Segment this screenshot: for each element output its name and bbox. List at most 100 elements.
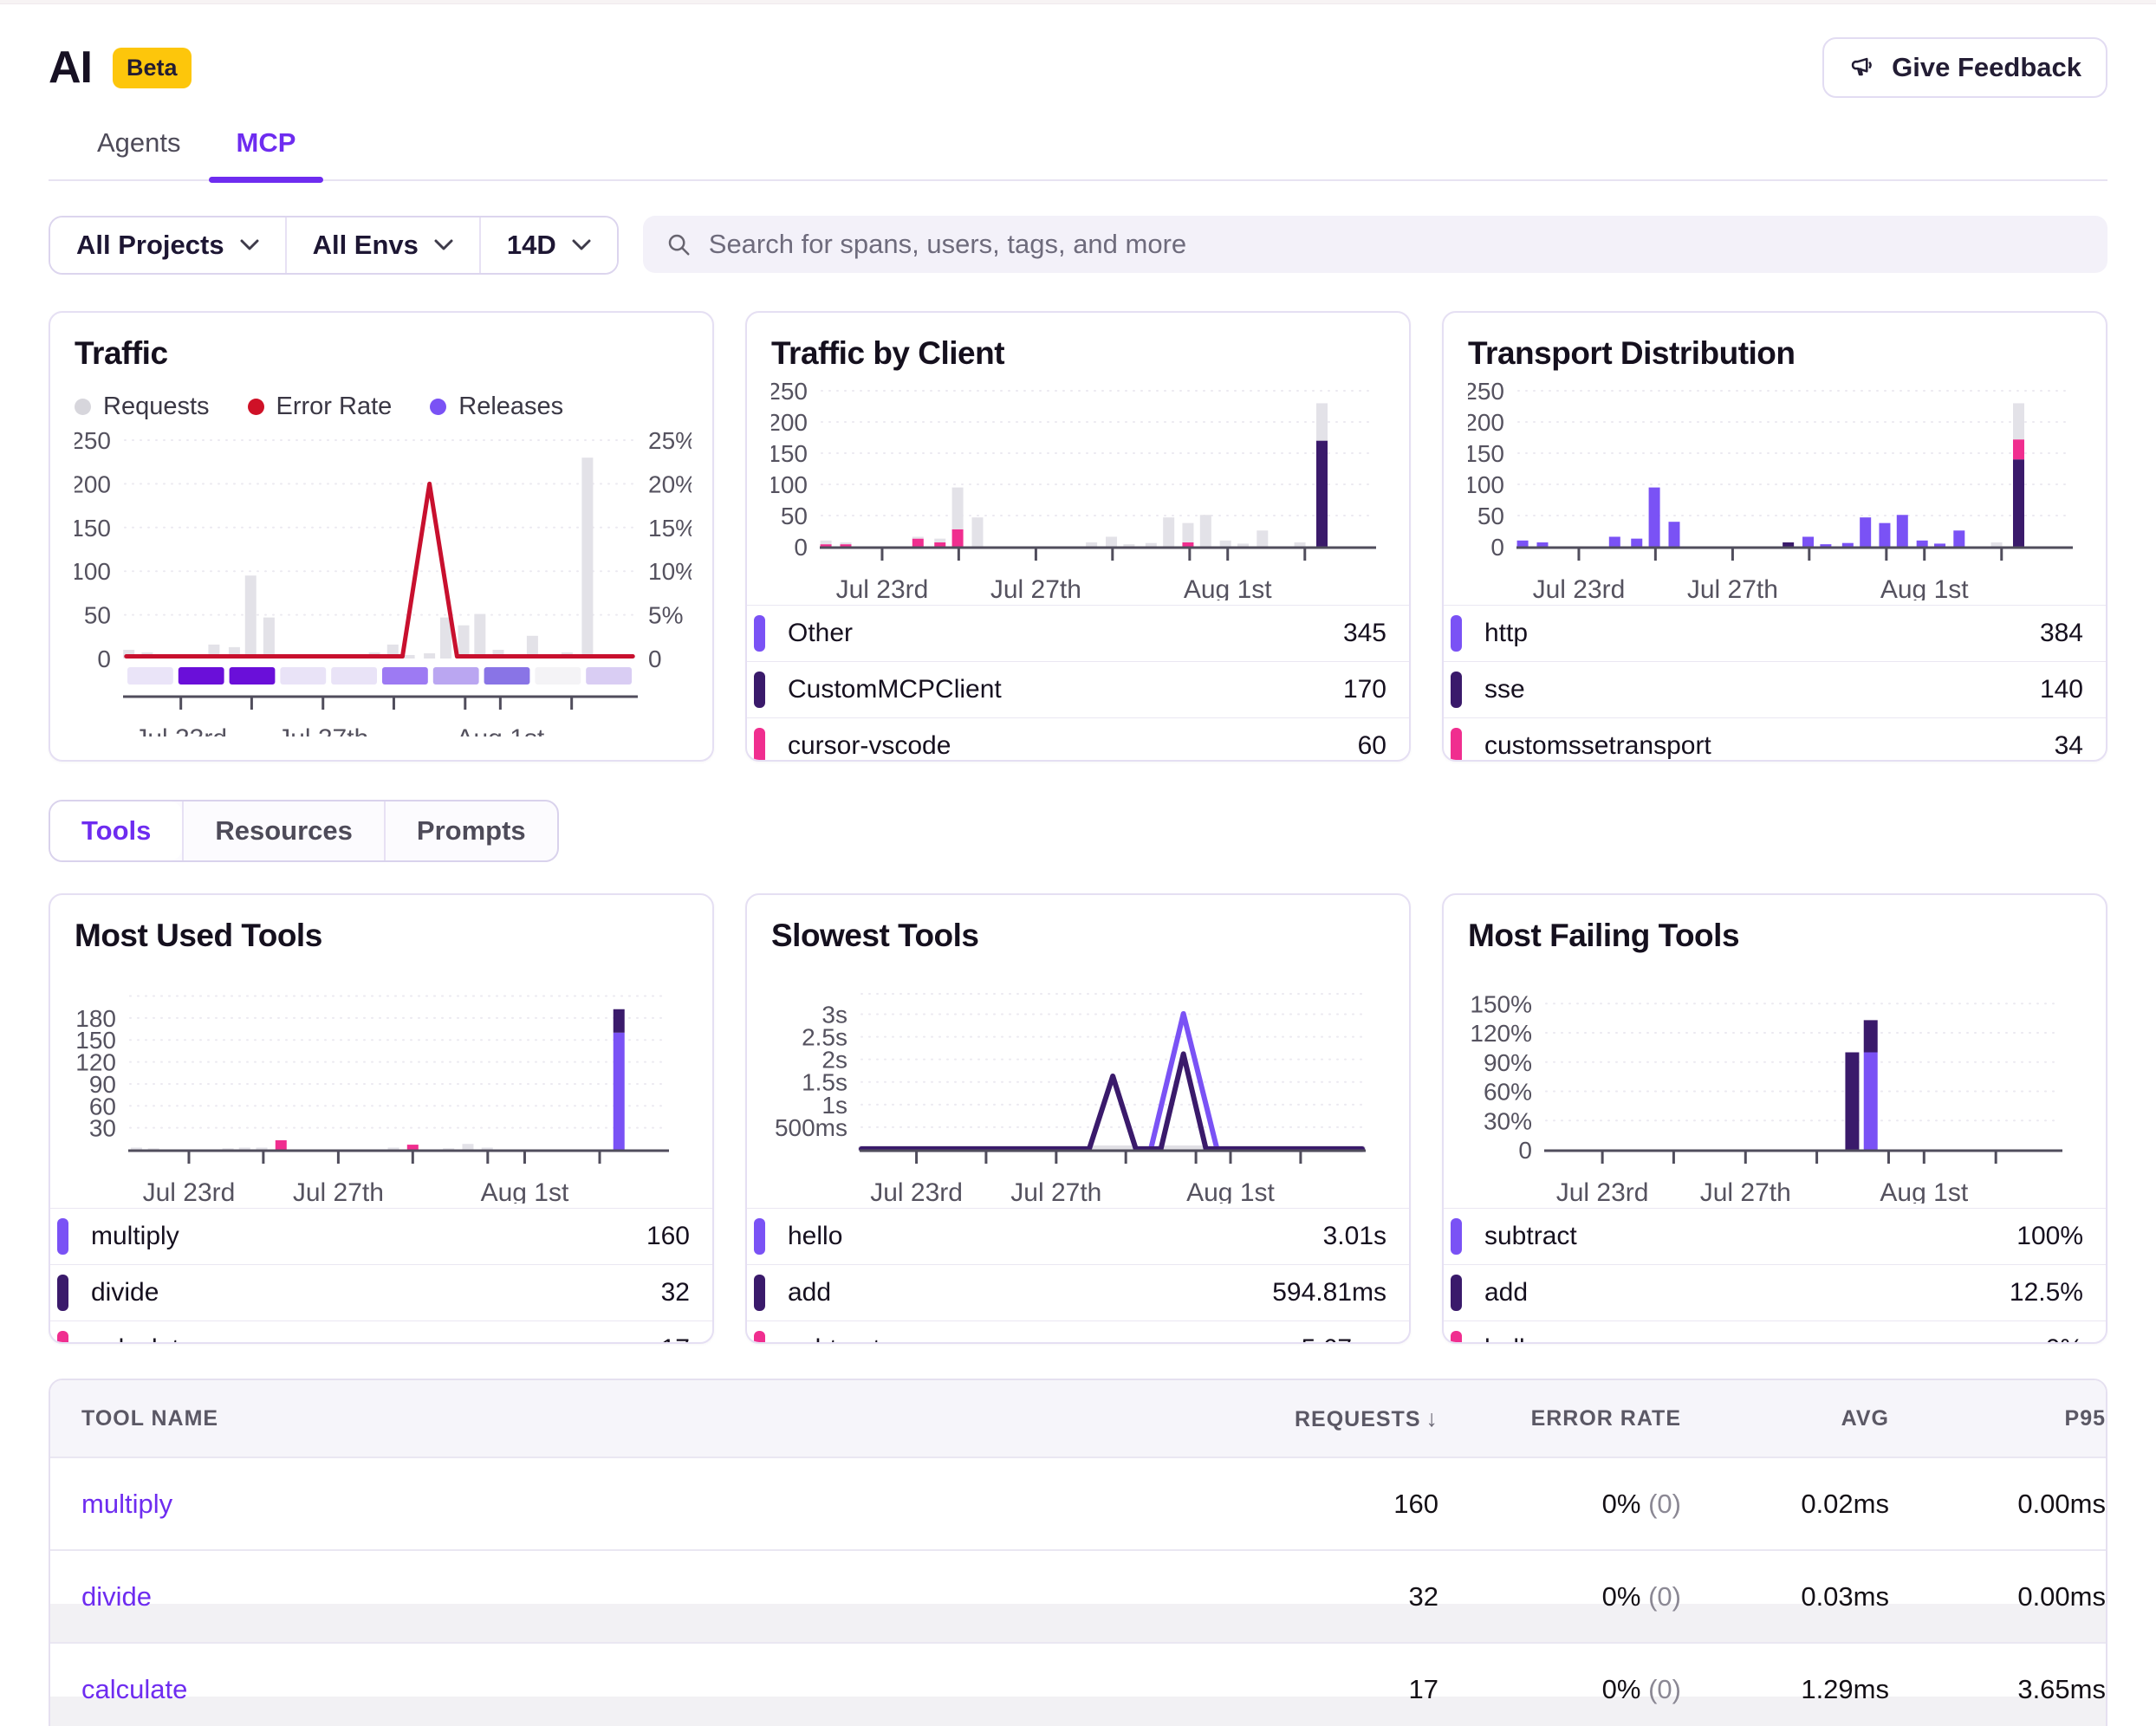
nav-tabs: Agents MCP [49, 127, 2107, 181]
legend-row-customssetransport[interactable]: customssetransport 34 [1444, 717, 2106, 762]
svg-text:100: 100 [75, 558, 111, 585]
svg-text:200: 200 [75, 470, 111, 497]
legend-row-hello[interactable]: hello 0% [1444, 1320, 2106, 1344]
legend-row-add[interactable]: add 12.5% [1444, 1264, 2106, 1320]
chevron-down-icon [434, 239, 453, 251]
legend-row-http[interactable]: http 384 [1444, 605, 2106, 661]
svg-text:3s: 3s [821, 1001, 847, 1028]
col-error-rate[interactable]: ERROR RATE [1531, 1406, 1681, 1431]
search-input[interactable] [709, 229, 2085, 260]
env-filter-dropdown[interactable]: All Envs [285, 217, 479, 273]
traffic-cards-row: Traffic Requests Error Rate Releases 050… [0, 275, 2156, 762]
chart-title: Most Failing Tools [1468, 918, 2081, 954]
legend-row-cursor-vscode[interactable]: cursor-vscode 60 [747, 717, 1409, 762]
requests-dot-icon [75, 399, 91, 415]
avg-value: 0.03ms [1801, 1581, 1889, 1612]
legend-row-other[interactable]: Other 345 [747, 605, 1409, 661]
slowest-legend-list: hello 3.01s add 594.81ms subtract 5.67ms [747, 1208, 1409, 1344]
svg-text:25%: 25% [648, 432, 692, 454]
tab-mcp[interactable]: MCP [209, 127, 324, 179]
svg-text:30%: 30% [1484, 1107, 1532, 1134]
col-avg[interactable]: AVG [1841, 1406, 1889, 1431]
svg-text:180: 180 [75, 1005, 116, 1032]
project-filter-dropdown[interactable]: All Projects [50, 217, 285, 273]
legend-row-divide[interactable]: divide 32 [50, 1264, 712, 1320]
series-color-chip [57, 1331, 68, 1344]
p95-value: 0.00ms [2017, 1489, 2106, 1520]
series-color-chip [57, 1218, 68, 1255]
col-tool-name[interactable]: TOOL NAME [50, 1406, 1187, 1431]
svg-text:50: 50 [84, 602, 111, 629]
error-rate-value: 0% (0) [1602, 1581, 1681, 1612]
svg-text:10%: 10% [648, 558, 692, 585]
svg-text:15%: 15% [648, 515, 692, 542]
legend-error-rate[interactable]: Error Rate [248, 393, 393, 421]
legend-row-multiply[interactable]: multiply 160 [50, 1208, 712, 1264]
tool-link-multiply[interactable]: multiply [50, 1489, 1187, 1520]
series-color-chip [754, 1275, 765, 1311]
chart-title: Slowest Tools [771, 918, 1385, 954]
tab-resources[interactable]: Resources [182, 801, 384, 860]
error-rate-dot-icon [248, 399, 264, 415]
requests-value: 17 [1409, 1674, 1438, 1705]
legend-row-calculate[interactable]: calculate 17 [50, 1320, 712, 1344]
tool-link-divide[interactable]: divide [50, 1581, 1187, 1612]
svg-text:0: 0 [794, 534, 808, 561]
svg-text:Aug 1st: Aug 1st [1184, 575, 1272, 600]
svg-text:Jul 27th: Jul 27th [1010, 1178, 1101, 1204]
series-color-chip [754, 1331, 765, 1344]
legend-row-subtract[interactable]: subtract 100% [1444, 1208, 2106, 1264]
svg-text:120%: 120% [1470, 1020, 1532, 1047]
mcp-section-tabs: Tools Resources Prompts [49, 800, 559, 862]
used-legend-list: multiply 160 divide 32 calculate 17 [50, 1208, 712, 1344]
filter-bar: All Projects All Envs 14D [0, 181, 2156, 275]
error-rate-value: 0% (0) [1602, 1489, 1681, 1520]
svg-text:Aug 1st: Aug 1st [1186, 1178, 1275, 1204]
svg-text:Jul 27th: Jul 27th [1700, 1178, 1791, 1204]
legend-row-sse[interactable]: sse 140 [1444, 661, 2106, 717]
svg-text:150%: 150% [1470, 990, 1532, 1017]
releases-dot-icon [430, 399, 446, 415]
megaphone-icon [1848, 53, 1878, 82]
svg-text:20%: 20% [648, 470, 692, 497]
legend-row-add[interactable]: add 594.81ms [747, 1264, 1409, 1320]
requests-value: 160 [1393, 1489, 1438, 1520]
svg-text:250: 250 [75, 432, 111, 454]
legend-row-hello[interactable]: hello 3.01s [747, 1208, 1409, 1264]
traffic-by-client-card: Traffic by Client 050100150200250Jul 23r… [745, 311, 1411, 762]
svg-text:Jul 23rd: Jul 23rd [143, 1178, 236, 1204]
give-feedback-button[interactable]: Give Feedback [1822, 37, 2107, 98]
tools-cards-row: Most Used Tools 306090120150180Jul 23rdJ… [0, 862, 2156, 1344]
sort-desc-icon: ↓ [1426, 1405, 1439, 1431]
tool-link-calculate[interactable]: calculate [50, 1674, 1187, 1705]
transport-distribution-chart: 050100150200250Jul 23rdJul 27thAug 1st [1468, 382, 2081, 605]
svg-text:Jul 27th: Jul 27th [277, 724, 368, 736]
svg-text:Jul 23rd: Jul 23rd [1556, 1178, 1649, 1204]
col-requests[interactable]: REQUESTS↓ [1295, 1405, 1438, 1432]
svg-text:Aug 1st: Aug 1st [1880, 575, 1969, 600]
legend-row-custommcpclient[interactable]: CustomMCPClient 170 [747, 661, 1409, 717]
svg-text:0: 0 [1518, 1137, 1532, 1164]
client-legend-list: Other 345 CustomMCPClient 170 cursor-vsc… [747, 605, 1409, 762]
legend-row-subtract[interactable]: subtract 5.67ms [747, 1320, 1409, 1344]
series-color-chip [1451, 1218, 1462, 1255]
svg-text:5%: 5% [648, 602, 683, 629]
tab-agents[interactable]: Agents [69, 127, 209, 179]
col-p95[interactable]: P95 [2065, 1406, 2106, 1431]
beta-badge: Beta [113, 48, 192, 88]
table-header: TOOL NAME REQUESTS↓ ERROR RATE AVG P95 [50, 1380, 2106, 1457]
date-range-dropdown[interactable]: 14D [479, 217, 617, 273]
transport-legend-list: http 384 sse 140 customssetransport 34 [1444, 605, 2106, 762]
search-bar[interactable] [643, 216, 2107, 273]
svg-text:150: 150 [1468, 440, 1504, 467]
legend-requests[interactable]: Requests [75, 393, 210, 421]
tab-tools[interactable]: Tools [50, 801, 182, 860]
chart-title: Most Used Tools [75, 918, 688, 954]
tab-prompts[interactable]: Prompts [384, 801, 557, 860]
most-failing-tools-chart: 030%60%90%120%150%Jul 23rdJul 27thAug 1s… [1468, 985, 2081, 1208]
svg-text:50: 50 [781, 503, 808, 529]
svg-text:Aug 1st: Aug 1st [456, 724, 544, 736]
legend-releases[interactable]: Releases [430, 393, 563, 421]
svg-text:90%: 90% [1484, 1049, 1532, 1076]
svg-text:Jul 27th: Jul 27th [293, 1178, 384, 1204]
